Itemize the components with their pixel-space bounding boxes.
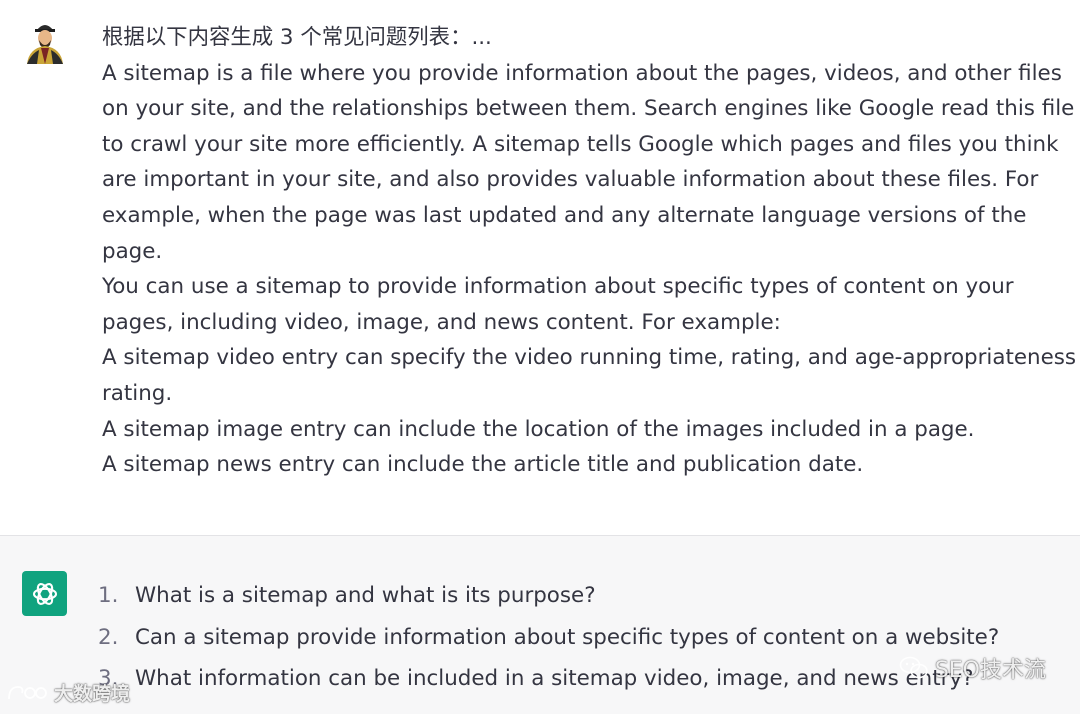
user-message-line: A sitemap image entry can include the lo…	[102, 416, 975, 442]
user-message-line: page.	[102, 238, 163, 264]
list-item-number: 3.	[98, 666, 119, 691]
faq-list: 1. What is a sitemap and what is its pur…	[98, 575, 999, 700]
user-message-line: You can use a sitemap to provide informa…	[102, 274, 1014, 300]
user-message-line: to crawl your site more efficiently. A s…	[102, 131, 1059, 157]
list-item-text: Can a sitemap provide information about …	[135, 624, 1000, 650]
user-message-line: rating.	[102, 380, 173, 406]
list-item-text: What information can be included in a si…	[135, 666, 974, 691]
list-item-number: 1.	[98, 583, 119, 608]
user-message-line: A sitemap news entry can include the art…	[102, 452, 864, 478]
list-item-text: What is a sitemap and what is its purpos…	[135, 583, 596, 608]
list-item: 2. Can a sitemap provide information abo…	[98, 617, 999, 659]
assistant-message: 1. What is a sitemap and what is its pur…	[0, 535, 1080, 714]
user-message-line: are important in your site, and also pro…	[102, 167, 1039, 193]
list-item: 1. What is a sitemap and what is its pur…	[98, 575, 999, 617]
user-message-line: 根据以下内容生成 3 个常见问题列表：...	[102, 25, 492, 50]
user-message: 根据以下内容生成 3 个常见问题列表：... A sitemap is a fi…	[0, 0, 1080, 535]
user-message-line: A sitemap video entry can specify the vi…	[102, 345, 1077, 371]
user-message-line: on your site, and the relationships betw…	[102, 96, 1075, 122]
user-message-text: 根据以下内容生成 3 个常见问题列表：... A sitemap is a fi…	[102, 20, 1077, 483]
user-avatar-icon	[23, 18, 67, 64]
list-item: 3. What information can be included in a…	[98, 658, 999, 700]
user-message-line: pages, including video, image, and news …	[102, 309, 781, 335]
user-message-line: A sitemap is a file where you provide in…	[102, 60, 1062, 86]
list-item-number: 2.	[98, 624, 119, 650]
user-message-line: example, when the page was last updated …	[102, 202, 1027, 228]
openai-logo-icon	[22, 571, 67, 616]
